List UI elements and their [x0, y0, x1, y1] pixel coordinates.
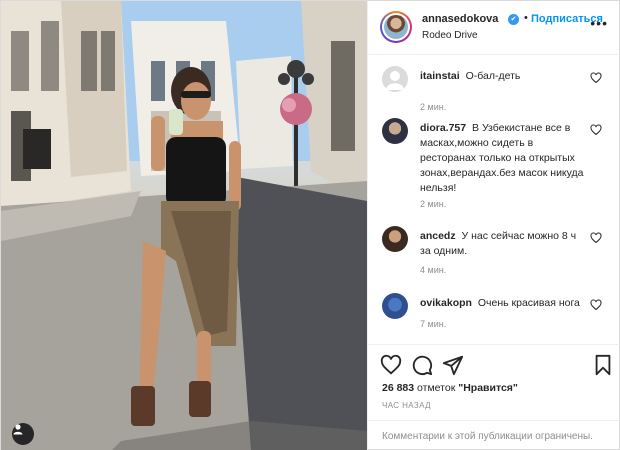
verified-badge-icon: ✔ — [508, 14, 519, 25]
heart-icon[interactable] — [590, 232, 602, 244]
comment-time[interactable]: 2 мин. — [420, 199, 446, 209]
default-avatar-icon — [386, 71, 404, 90]
comment-username[interactable]: ovikakopn — [420, 297, 472, 309]
bookmark-icon[interactable] — [592, 354, 614, 376]
comment-avatar[interactable] — [382, 66, 408, 92]
heart-icon[interactable] — [590, 72, 602, 84]
comment-text: О-бал-деть — [465, 70, 521, 82]
comment-text: Очень красивая нога — [477, 297, 580, 309]
comment-avatar[interactable] — [382, 226, 408, 252]
comment-time[interactable]: 4 мин. — [420, 265, 446, 275]
post-actions: 26 883 отметок "Нравится" ЧАС НАЗАД Комм… — [368, 344, 620, 450]
comment-body: ancedz У нас сейчас можно 8 ч за одним. — [420, 229, 586, 259]
author-avatar[interactable] — [380, 11, 412, 43]
likes-word: отметок — [417, 382, 456, 394]
street-scene-illustration — [1, 1, 367, 450]
post-timestamp[interactable]: ЧАС НАЗАД — [382, 401, 431, 410]
post-location[interactable]: Rodeo Drive — [422, 30, 478, 41]
comment-body: diora.757 В Узбекистане все в масках,мож… — [420, 121, 586, 196]
comment-username[interactable]: ancedz — [420, 230, 456, 242]
comments-restricted-notice: Комментарии к этой публикации ограничены… — [368, 420, 620, 450]
comment-avatar[interactable] — [382, 293, 408, 319]
person-icon — [13, 424, 23, 435]
more-options-icon[interactable]: ••• — [590, 15, 608, 31]
post-side-panel: annasedokova ✔ • Подписаться Rodeo Drive… — [367, 1, 620, 450]
comment-time[interactable]: 2 мин. — [420, 102, 446, 112]
likes-count[interactable]: 26 883 — [382, 382, 414, 394]
comment-icon[interactable] — [411, 354, 433, 376]
comment-body: ovikakopn Очень красивая нога — [420, 296, 586, 311]
comment-body: itainstai О-бал-деть — [420, 69, 586, 84]
heart-icon[interactable] — [380, 354, 402, 376]
comment-username[interactable]: itainstai — [420, 70, 460, 82]
likes-link[interactable]: "Нравится" — [458, 382, 518, 394]
comment-time[interactable]: 7 мин. — [420, 319, 446, 329]
comment-avatar[interactable] — [382, 118, 408, 144]
comment-username[interactable]: diora.757 — [420, 122, 466, 134]
comments-list[interactable]: itainstai О-бал-деть 2 мин. diora.757 В … — [368, 56, 620, 344]
instagram-post: annasedokova ✔ • Подписаться Rodeo Drive… — [0, 0, 620, 450]
likes-summary[interactable]: 26 883 отметок "Нравится" — [382, 382, 518, 394]
heart-icon[interactable] — [590, 124, 602, 136]
post-header: annasedokova ✔ • Подписаться Rodeo Drive… — [368, 1, 620, 55]
header-separator: • — [524, 12, 528, 24]
post-photo[interactable] — [1, 1, 367, 450]
author-username[interactable]: annasedokova — [422, 13, 498, 25]
tagged-users-button[interactable] — [12, 423, 34, 445]
heart-icon[interactable] — [590, 299, 602, 311]
paper-plane-icon[interactable] — [442, 354, 464, 376]
